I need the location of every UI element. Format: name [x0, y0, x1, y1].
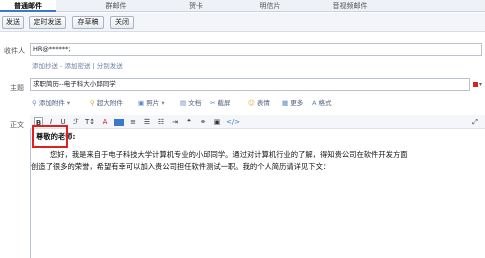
- chevron-down-icon[interactable]: ▾: [67, 99, 70, 107]
- compose-type-tabs: 普通邮件 群邮件 贺卡 明信片 音视频邮件: [0, 0, 485, 12]
- large-attachment-icon: ⚲: [90, 99, 95, 107]
- priority-flag-icon[interactable]: [473, 82, 478, 87]
- indent-icon[interactable]: ⇥: [170, 117, 180, 127]
- attachment-bar: ⚲ 添加附件 ▾ ⚲ 超大附件 ▣ 照片 ▾ ▤ 文档 ✂ 截屏 ☺ 表情 ▦ …: [30, 96, 485, 110]
- format-icon: A: [312, 99, 317, 107]
- document-icon: ▤: [180, 99, 187, 107]
- font-family-icon[interactable]: ℱ: [71, 117, 81, 127]
- large-attachment-button[interactable]: ⚲ 超大附件: [90, 98, 123, 108]
- photo-icon: ▣: [138, 99, 145, 107]
- more-icon: ▦: [282, 99, 289, 107]
- chevron-down-icon[interactable]: ▾: [161, 99, 164, 107]
- document-button[interactable]: ▤ 文档: [180, 98, 201, 108]
- body-line-1: 您好，我是来自于电子科技大学计算机专业的小邱同学。通过对计算机行业的了解，得知贵…: [50, 150, 408, 159]
- tab-greeting-card[interactable]: 贺卡: [176, 0, 216, 12]
- link-icon[interactable]: ⚭: [198, 117, 208, 127]
- screenshot-button[interactable]: ✂ 截屏: [210, 98, 231, 108]
- align-icon[interactable]: ≡: [128, 117, 138, 127]
- font-color-button[interactable]: A: [100, 117, 110, 127]
- save-draft-button[interactable]: 存草稿: [72, 16, 104, 29]
- dropdown-icon[interactable]: ▾: [479, 81, 482, 88]
- body-line-2: 创造了很多的荣誉，希望有幸可以加入贵公司担任软件测试一职。我的个人简历请详见下文…: [31, 162, 331, 171]
- subject-label: 主题: [10, 84, 24, 92]
- expand-icon[interactable]: ⤢: [470, 117, 480, 127]
- format-toolbar: B I U ℱ T↕ A ≡ ☰ ☷ ⇥ ❝ ⚭ ▣ </> ⤢: [30, 115, 485, 129]
- tab-group-mail[interactable]: 群邮件: [96, 0, 136, 12]
- compose-toolbar: 发送 定时发送 存草稿 关闭: [0, 13, 485, 32]
- more-button[interactable]: ▦ 更多: [282, 98, 303, 108]
- photo-button[interactable]: ▣ 照片 ▾: [138, 98, 165, 108]
- send-button[interactable]: 发送: [2, 16, 24, 29]
- cc-bcc-links[interactable]: 添加抄送 - 添加密送 | 分别发送: [32, 60, 123, 70]
- ordered-list-icon[interactable]: ☰: [142, 117, 152, 127]
- scissors-icon: ✂: [210, 99, 216, 107]
- font-size-icon[interactable]: T↕: [85, 117, 95, 127]
- background-color-icon[interactable]: [114, 119, 124, 126]
- tab-normal-mail[interactable]: 普通邮件: [0, 0, 56, 12]
- highlight-annotation: [32, 125, 68, 148]
- scheduled-send-button[interactable]: 定时发送: [29, 16, 66, 29]
- body-label: 正文: [10, 121, 24, 129]
- recipient-label: 收件人: [4, 47, 25, 55]
- smiley-icon: ☺: [248, 99, 255, 107]
- recipient-field[interactable]: HR@******;: [30, 43, 482, 56]
- paperclip-icon: ⚲: [32, 99, 37, 107]
- code-button[interactable]: </>: [226, 117, 240, 127]
- quote-icon[interactable]: ❝: [184, 117, 194, 127]
- tab-av-mail[interactable]: 音视频邮件: [318, 0, 382, 12]
- emoji-button[interactable]: ☺ 表情: [248, 98, 270, 108]
- image-icon[interactable]: ▣: [212, 117, 222, 127]
- close-button[interactable]: 关闭: [110, 16, 134, 29]
- unordered-list-icon[interactable]: ☷: [156, 117, 166, 127]
- subject-field[interactable]: 求职简历--电子科大小邱同学: [30, 78, 470, 91]
- body-editor[interactable]: [30, 115, 485, 258]
- tab-postcard[interactable]: 明信片: [248, 0, 292, 12]
- format-button[interactable]: A 格式: [312, 98, 332, 108]
- add-attachment-button[interactable]: ⚲ 添加附件 ▾: [32, 98, 70, 108]
